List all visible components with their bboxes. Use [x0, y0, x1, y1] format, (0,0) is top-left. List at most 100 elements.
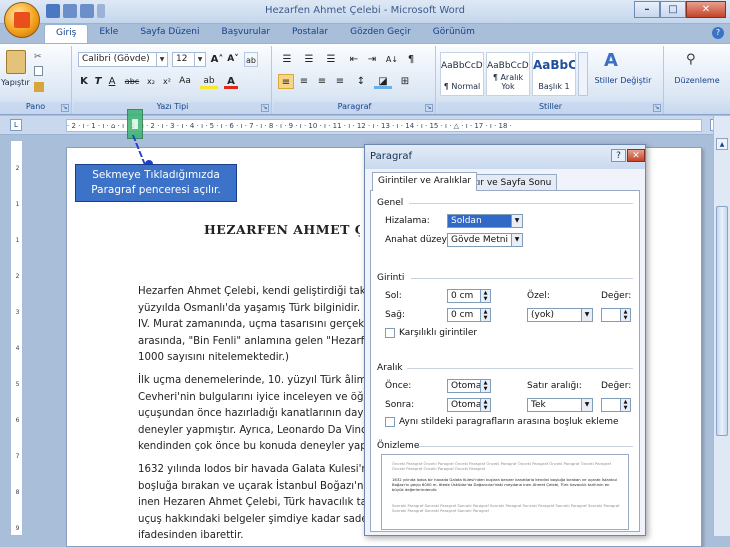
- clipboard-launcher-icon[interactable]: ↘: [61, 104, 69, 112]
- superscript-icon[interactable]: x²: [160, 74, 174, 89]
- maximize-button[interactable]: □: [660, 1, 686, 18]
- alignment-select[interactable]: Soldan ▼: [447, 214, 523, 228]
- styles-launcher-icon[interactable]: ↘: [653, 104, 661, 112]
- mirror-indents-checkbox[interactable]: [385, 328, 395, 338]
- justify-icon[interactable]: ≡: [332, 74, 348, 89]
- spacing-before-input[interactable]: Otomatik ▲ ▼: [447, 379, 491, 393]
- scroll-up-icon[interactable]: ▲: [716, 138, 728, 150]
- font-name-combo[interactable]: Calibri (Gövde) ▼: [78, 52, 168, 67]
- help-icon[interactable]: ?: [712, 27, 724, 39]
- style-no-spacing[interactable]: AaBbCcDc ¶ Aralık Yok: [486, 52, 530, 96]
- style-normal[interactable]: AaBbCcDc ¶ Normal: [440, 52, 484, 96]
- style-sample: AaBbC: [533, 58, 575, 72]
- spinner-icon[interactable]: ▲ ▼: [480, 380, 490, 392]
- tab-references[interactable]: Başvurular: [211, 24, 282, 44]
- section-label: Aralık: [377, 363, 403, 373]
- tab-home[interactable]: Giriş: [44, 24, 89, 44]
- spinner-icon[interactable]: ▲ ▼: [480, 309, 490, 321]
- line-spacing-select[interactable]: Tek ▼: [527, 398, 593, 412]
- tab-review[interactable]: Gözden Geçir: [339, 24, 422, 44]
- shading-icon[interactable]: ◪: [374, 74, 392, 89]
- spinner-icon[interactable]: ▲ ▼: [620, 309, 630, 321]
- italic-icon[interactable]: T: [92, 74, 104, 89]
- text-line: inen Hezaren Ahmet Çelebi, Türk havacılı…: [138, 497, 368, 509]
- chevron-down-icon[interactable]: ▼: [156, 53, 167, 66]
- line-at-input[interactable]: ▲ ▼: [601, 398, 631, 412]
- cut-icon[interactable]: ✂: [34, 52, 44, 62]
- change-case-icon[interactable]: Aa: [176, 74, 194, 89]
- section-label: Önizleme: [377, 441, 420, 451]
- text-line: Hezarfen Ahmet Çelebi, kendi geliştirdiğ…: [138, 286, 368, 297]
- spinner-icon[interactable]: ▲ ▼: [620, 399, 630, 411]
- multilevel-list-icon[interactable]: ☰: [322, 52, 340, 67]
- bold-icon[interactable]: K: [78, 74, 90, 89]
- styles-gallery-scroll[interactable]: [578, 52, 588, 96]
- decrease-indent-icon[interactable]: ⇤: [346, 52, 362, 67]
- chevron-down-icon[interactable]: ▼: [511, 234, 522, 246]
- paragraph-launcher-icon[interactable]: ↘: [425, 104, 433, 112]
- shrink-font-icon[interactable]: A˅: [226, 52, 240, 67]
- tab-indents-spacing[interactable]: Girintiler ve Aralıklar: [372, 172, 478, 191]
- numbering-icon[interactable]: ☰: [300, 52, 318, 67]
- sort-icon[interactable]: A↓: [384, 52, 400, 67]
- font-color-icon[interactable]: A: [224, 74, 238, 89]
- close-button[interactable]: ✕: [686, 1, 726, 18]
- paste-button[interactable]: Yapıştır: [1, 78, 30, 87]
- format-painter-icon[interactable]: [34, 82, 44, 92]
- align-right-icon[interactable]: ≡: [314, 74, 330, 89]
- horizontal-ruler[interactable]: · 2 · ı · 1 · ı · ⌂ · ı · 1 · ı · 2 · ı …: [66, 119, 702, 132]
- bullets-icon[interactable]: ☰: [278, 52, 296, 67]
- tab-mailings[interactable]: Postalar: [281, 24, 339, 44]
- chevron-down-icon[interactable]: ▼: [511, 215, 522, 227]
- align-left-icon[interactable]: ≡: [278, 74, 294, 89]
- spacing-after-input[interactable]: Otomatik ▲ ▼: [447, 398, 491, 412]
- paste-icon[interactable]: [6, 50, 26, 74]
- spinner-icon[interactable]: ▲ ▼: [480, 399, 490, 411]
- indent-by-input[interactable]: ▲ ▼: [601, 308, 631, 322]
- chevron-down-icon[interactable]: ▼: [194, 53, 205, 66]
- style-heading1[interactable]: AaBbC Başlık 1: [532, 52, 576, 96]
- clear-formatting-icon[interactable]: ab: [244, 52, 258, 67]
- line-spacing-icon[interactable]: ↕: [352, 74, 370, 89]
- minimize-button[interactable]: –: [634, 1, 660, 18]
- scroll-thumb[interactable]: [716, 206, 728, 436]
- underline-icon[interactable]: A: [106, 74, 118, 89]
- no-space-same-style-checkbox[interactable]: [385, 417, 395, 427]
- tab-view[interactable]: Görünüm: [422, 24, 486, 44]
- align-center-icon[interactable]: ≡: [296, 74, 312, 89]
- dialog-close-button[interactable]: ✕: [627, 149, 645, 162]
- special-select[interactable]: (yok) ▼: [527, 308, 593, 322]
- tab-page-layout[interactable]: Sayfa Düzeni: [129, 24, 210, 44]
- font-launcher-icon[interactable]: ↘: [261, 104, 269, 112]
- change-styles-button[interactable]: Stiller Değiştir: [594, 76, 652, 85]
- spinner-icon[interactable]: ▲ ▼: [480, 290, 490, 302]
- strikethrough-icon[interactable]: abc: [122, 74, 142, 89]
- font-size-combo[interactable]: 12 ▼: [172, 52, 206, 67]
- chevron-down-icon[interactable]: ▼: [581, 399, 592, 411]
- indent-left-input[interactable]: 0 cm ▲ ▼: [447, 289, 491, 303]
- change-styles-icon[interactable]: A: [604, 50, 618, 71]
- outline-level-select[interactable]: Gövde Metni ▼: [447, 233, 523, 247]
- font-size-value: 12: [176, 54, 188, 64]
- text-line: uçuş hakkındaki belgeler şimdiye kadar s…: [138, 513, 368, 525]
- office-button[interactable]: [4, 2, 40, 38]
- editing-button[interactable]: Düzenleme: [666, 76, 728, 85]
- tab-selector-icon[interactable]: L: [10, 119, 22, 131]
- text-line: 1632 yılında lodos bir havada Galata Kul…: [138, 464, 368, 475]
- vertical-ruler[interactable]: 2 1 1 2 3 4 5 6 7 8 9: [10, 140, 23, 536]
- highlight-icon[interactable]: ab: [200, 74, 218, 89]
- tab-insert[interactable]: Ekle: [88, 24, 129, 44]
- copy-icon[interactable]: [34, 66, 43, 76]
- subscript-icon[interactable]: x₂: [144, 74, 158, 89]
- window-controls: – □ ✕: [634, 1, 726, 18]
- chevron-down-icon[interactable]: ▼: [581, 309, 592, 321]
- show-formatting-icon[interactable]: ¶: [404, 52, 418, 67]
- dialog-help-button[interactable]: ?: [611, 149, 626, 162]
- indent-right-input[interactable]: 0 cm ▲ ▼: [447, 308, 491, 322]
- vertical-scrollbar[interactable]: ▲: [713, 116, 730, 536]
- grow-font-icon[interactable]: A˄: [210, 52, 224, 67]
- increase-indent-icon[interactable]: ⇥: [364, 52, 380, 67]
- borders-icon[interactable]: ⊞: [396, 74, 414, 89]
- binoculars-icon[interactable]: ⚲: [686, 52, 696, 67]
- line-spacing-label: Satır aralığı:: [527, 381, 582, 391]
